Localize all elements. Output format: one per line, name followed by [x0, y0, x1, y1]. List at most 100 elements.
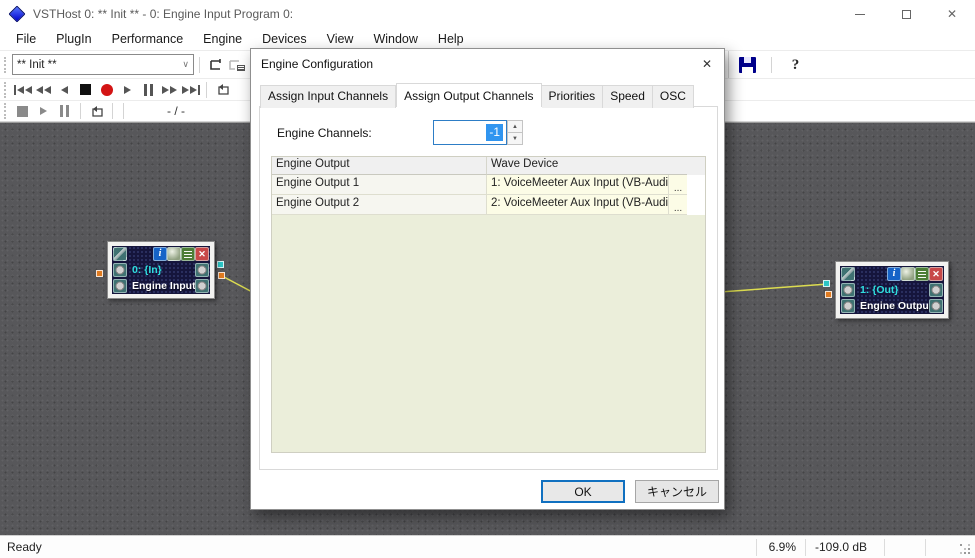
- menu-engine[interactable]: Engine: [193, 28, 252, 50]
- menu-file[interactable]: File: [6, 28, 46, 50]
- connector-cyan[interactable]: [217, 261, 224, 268]
- node-close-icon[interactable]: ✕: [195, 247, 209, 261]
- statusbar-pane: [885, 536, 925, 558]
- loop-icon: [89, 105, 105, 118]
- chain-keyboard-button[interactable]: [226, 55, 247, 75]
- engine-channels-value: -1: [486, 124, 503, 141]
- maximize-button[interactable]: [883, 0, 929, 28]
- connector-orange[interactable]: [96, 270, 103, 277]
- cancel-button[interactable]: キャンセル: [635, 480, 719, 503]
- knob-icon[interactable]: [929, 283, 943, 297]
- record-button[interactable]: [96, 80, 117, 100]
- menu-view[interactable]: View: [317, 28, 364, 50]
- triangle-glyph: [124, 86, 131, 94]
- engine-channels-spinner: ▲ ▼: [507, 120, 523, 145]
- knob-icon[interactable]: [841, 283, 855, 297]
- output-level: -109.0 dB: [806, 536, 884, 558]
- skip-to-start-button[interactable]: [12, 80, 33, 100]
- sphere-icon[interactable]: [901, 267, 915, 281]
- sphere-icon[interactable]: [167, 247, 181, 261]
- connector-cyan[interactable]: [823, 280, 830, 287]
- header-engine-output: Engine Output: [272, 157, 487, 175]
- pause-button[interactable]: [138, 80, 159, 100]
- save-button[interactable]: [737, 55, 758, 75]
- close-icon: ✕: [702, 57, 712, 71]
- engine-channels-label: Engine Channels:: [277, 126, 372, 140]
- plug-icon[interactable]: [113, 247, 127, 261]
- bar-glyph: [14, 85, 16, 95]
- toolbar-separator: [199, 57, 200, 73]
- triangle-glyph: [162, 86, 169, 94]
- tab-assign-output-channels[interactable]: Assign Output Channels: [396, 83, 541, 107]
- pause-icon: [60, 105, 69, 117]
- connector-orange[interactable]: [825, 291, 832, 298]
- table-row: Engine Output 2 2: VoiceMeeter Aux Input…: [272, 195, 705, 215]
- spinner-up-button[interactable]: ▲: [507, 120, 523, 133]
- knob-icon[interactable]: [841, 299, 855, 313]
- menu-devices[interactable]: Devices: [252, 28, 316, 50]
- connector-orange[interactable]: [218, 272, 225, 279]
- info-icon[interactable]: i: [887, 267, 901, 281]
- up-arrow-icon: ▲: [512, 124, 518, 130]
- status-text: Ready: [0, 540, 756, 554]
- knob-icon[interactable]: [195, 263, 209, 277]
- skip-to-end-button[interactable]: [180, 80, 201, 100]
- engine-input-node[interactable]: i ✕ 0: {In} Engine Input: [107, 241, 215, 299]
- device-browse-button[interactable]: ...: [669, 195, 687, 215]
- knob-icon[interactable]: [113, 279, 127, 293]
- toolbar-separator: [123, 103, 124, 119]
- tab-speed[interactable]: Speed: [603, 85, 653, 108]
- menu-plugin[interactable]: PlugIn: [46, 28, 101, 50]
- dialog-tabs: Assign Input Channels Assign Output Chan…: [251, 79, 724, 108]
- play-button[interactable]: [117, 80, 138, 100]
- tab-priorities[interactable]: Priorities: [542, 85, 604, 108]
- knob-icon[interactable]: [929, 299, 943, 313]
- menu-performance[interactable]: Performance: [102, 28, 194, 50]
- device-browse-button[interactable]: ...: [669, 175, 687, 195]
- tab-assign-input-channels[interactable]: Assign Input Channels: [260, 85, 396, 108]
- cell-engine-output: Engine Output 1: [272, 175, 487, 195]
- cell-wave-device[interactable]: 1: VoiceMeeter Aux Input (VB-Audio 1: [487, 175, 669, 195]
- info-icon[interactable]: i: [153, 247, 167, 261]
- close-button[interactable]: ✕: [929, 0, 975, 28]
- program-list-icon[interactable]: [915, 267, 929, 281]
- node-id-label: 0: {In}: [127, 264, 195, 276]
- toolbar-grip[interactable]: [4, 103, 7, 119]
- bar-stop-button[interactable]: [12, 101, 33, 121]
- bar-loop-button[interactable]: [86, 101, 107, 121]
- toolbar-grip[interactable]: [4, 57, 7, 73]
- step-back-button[interactable]: [54, 80, 75, 100]
- preset-combobox[interactable]: ** Init ** ∨: [12, 54, 194, 75]
- engine-output-node[interactable]: i ✕ 1: {Out} Engine Output: [835, 261, 949, 319]
- knob-icon[interactable]: [195, 279, 209, 293]
- node-close-icon[interactable]: ✕: [929, 267, 943, 281]
- ok-button[interactable]: OK: [541, 480, 625, 503]
- bar-pause-button[interactable]: [54, 101, 75, 121]
- fast-forward-button[interactable]: [159, 80, 180, 100]
- chain-after-button[interactable]: [205, 55, 226, 75]
- dialog-close-button[interactable]: ✕: [690, 49, 724, 79]
- cell-wave-device[interactable]: 2: VoiceMeeter Aux Input (VB-Audio 2: [487, 195, 669, 215]
- minimize-button[interactable]: [837, 0, 883, 28]
- stop-button[interactable]: [75, 80, 96, 100]
- triangle-glyph: [40, 107, 47, 115]
- program-list-icon[interactable]: [181, 247, 195, 261]
- statusbar-pane: [926, 536, 960, 558]
- node-name-label: Engine Output: [855, 300, 929, 312]
- menu-help[interactable]: Help: [428, 28, 474, 50]
- bar-play-button[interactable]: [33, 101, 54, 121]
- engine-channels-input[interactable]: -1: [433, 120, 507, 145]
- chevron-down-icon: ∨: [182, 59, 189, 70]
- loop-button[interactable]: [212, 80, 233, 100]
- cable-right-segment: [720, 284, 828, 292]
- rewind-button[interactable]: [33, 80, 54, 100]
- resize-grip[interactable]: [960, 544, 972, 556]
- tab-osc[interactable]: OSC: [653, 85, 694, 108]
- help-button[interactable]: ?: [785, 55, 806, 75]
- knob-icon[interactable]: [113, 263, 127, 277]
- menu-window[interactable]: Window: [363, 28, 427, 50]
- spinner-down-button[interactable]: ▼: [507, 133, 523, 145]
- menubar: File PlugIn Performance Engine Devices V…: [0, 28, 975, 50]
- plug-icon[interactable]: [841, 267, 855, 281]
- toolbar-grip[interactable]: [4, 82, 7, 98]
